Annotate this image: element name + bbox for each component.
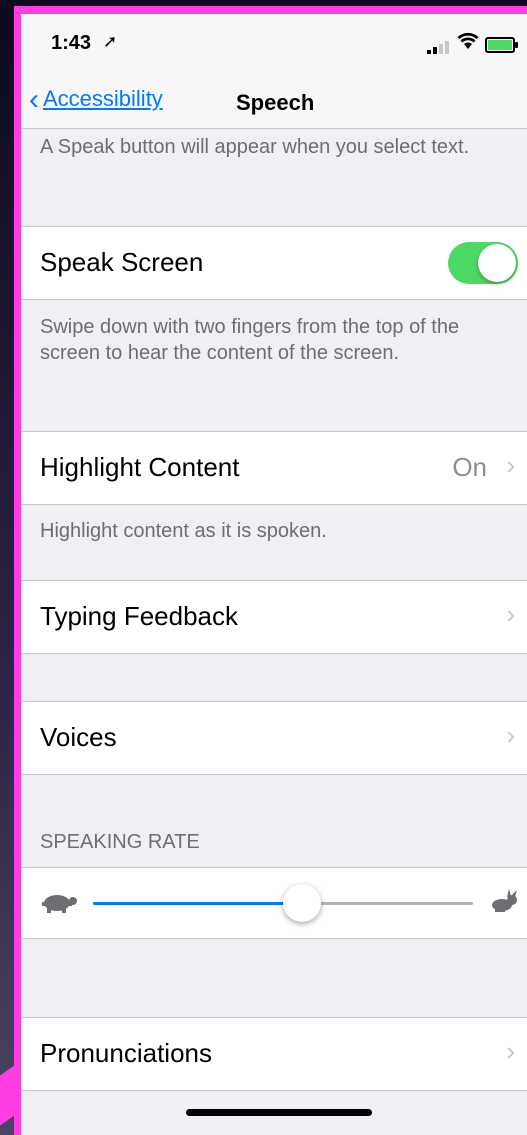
voices-label: Voices [40, 722, 117, 752]
typing-feedback-label: Typing Feedback [40, 601, 239, 631]
back-button-label: Accessibility [43, 86, 163, 111]
navigation-bar: ‹ Accessibility Speech [21, 76, 527, 129]
cellular-signal-icon [427, 36, 451, 54]
battery-charging-icon [485, 37, 518, 53]
speaking-rate-slider-row [21, 867, 527, 939]
highlight-content-value: On [452, 452, 487, 482]
location-arrow-icon: ➚ [103, 32, 118, 51]
home-indicator[interactable] [186, 1109, 372, 1116]
speaking-rate-header: SPEAKING RATE [40, 831, 200, 853]
highlight-content-row[interactable]: Highlight Content On › [21, 431, 527, 505]
speaking-rate-thumb[interactable] [283, 884, 321, 922]
wifi-icon [457, 32, 479, 55]
status-time: 1:43 [51, 32, 92, 54]
phone-screen: 1:43 ➚ ‹ Accessibility Speech A Speak but… [21, 14, 527, 1135]
speak-screen-row: Speak Screen [21, 226, 527, 300]
voices-row[interactable]: Voices › [21, 701, 527, 775]
chevron-right-icon: › [506, 599, 515, 629]
status-bar: 1:43 ➚ [21, 14, 527, 76]
speaking-rate-fill [93, 902, 302, 905]
speak-selection-footer: A Speak button will appear when you sele… [40, 136, 470, 158]
chevron-right-icon: › [506, 1036, 515, 1066]
pronunciations-label: Pronunciations [40, 1038, 212, 1068]
chevron-right-icon: › [506, 720, 515, 750]
back-button[interactable]: ‹ Accessibility [29, 83, 163, 116]
speak-screen-toggle[interactable] [448, 242, 518, 284]
pronunciations-row[interactable]: Pronunciations › [21, 1017, 527, 1091]
speak-screen-label: Speak Screen [40, 247, 204, 277]
highlight-content-footer: Highlight content as it is spoken. [40, 520, 327, 542]
typing-feedback-row[interactable]: Typing Feedback › [21, 580, 527, 654]
toggle-knob [478, 244, 516, 282]
turtle-icon [42, 895, 77, 913]
speak-screen-footer: Swipe down with two fingers from the top… [40, 316, 460, 364]
rabbit-icon [492, 889, 517, 912]
page-title: Speech [236, 90, 315, 115]
speaking-rate-track[interactable] [93, 884, 473, 922]
highlight-content-label: Highlight Content [40, 452, 240, 482]
chevron-left-icon: ‹ [29, 83, 39, 116]
chevron-right-icon: › [506, 450, 515, 480]
